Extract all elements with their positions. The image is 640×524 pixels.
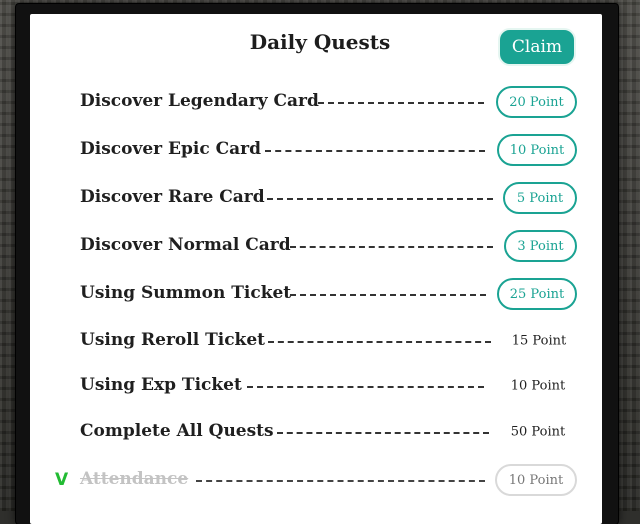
reward-value: 50 Point	[510, 424, 566, 440]
reward-claim-button[interactable]: 25 Point	[497, 278, 577, 310]
quest-row-normal: Discover Normal Card 3 Point	[0, 226, 640, 266]
dash-leader	[290, 246, 493, 248]
dash-leader	[318, 102, 484, 104]
quest-row-reroll: Using Reroll Ticket 15 Point	[0, 321, 640, 361]
quest-row-complete-all: Complete All Quests 50 Point	[0, 412, 640, 452]
quest-label: Complete All Quests	[80, 421, 274, 441]
dash-leader	[265, 150, 485, 152]
quest-row-epic: Discover Epic Card 10 Point	[0, 130, 640, 170]
claim-button[interactable]: Claim	[498, 28, 576, 66]
dash-leader	[277, 432, 489, 434]
check-mark-icon: V	[55, 470, 69, 490]
dash-leader	[247, 386, 484, 388]
dash-leader	[267, 198, 493, 200]
quest-row-summon: Using Summon Ticket 25 Point	[0, 274, 640, 314]
reward-claim-button[interactable]: 10 Point	[497, 134, 577, 166]
quest-row-legendary: Discover Legendary Card 20 Point	[0, 82, 640, 122]
reward-value: 15 Point	[511, 333, 567, 349]
quest-label: Using Summon Ticket	[80, 283, 292, 303]
dash-leader	[196, 480, 485, 482]
reward-claim-button[interactable]: 3 Point	[504, 230, 577, 262]
dash-leader	[268, 341, 491, 343]
quest-label: Discover Rare Card	[80, 187, 265, 207]
reward-claim-button[interactable]: 5 Point	[503, 182, 577, 214]
quest-label: Using Reroll Ticket	[80, 330, 265, 350]
quest-label: Discover Epic Card	[80, 139, 261, 159]
quest-label-completed: Attendance	[80, 469, 189, 489]
quest-label: Discover Legendary Card	[80, 91, 319, 111]
quest-row-rare: Discover Rare Card 5 Point	[0, 178, 640, 218]
reward-claimed-badge: 10 Point	[495, 464, 577, 496]
reward-claim-button[interactable]: 20 Point	[496, 86, 577, 118]
quest-label: Discover Normal Card	[80, 235, 291, 255]
quest-row-exp: Using Exp Ticket 10 Point	[0, 366, 640, 406]
quest-label: Using Exp Ticket	[80, 375, 242, 395]
quest-row-attendance: V Attendance 10 Point	[0, 460, 640, 500]
reward-value: 10 Point	[510, 378, 566, 394]
dash-leader	[290, 294, 486, 296]
